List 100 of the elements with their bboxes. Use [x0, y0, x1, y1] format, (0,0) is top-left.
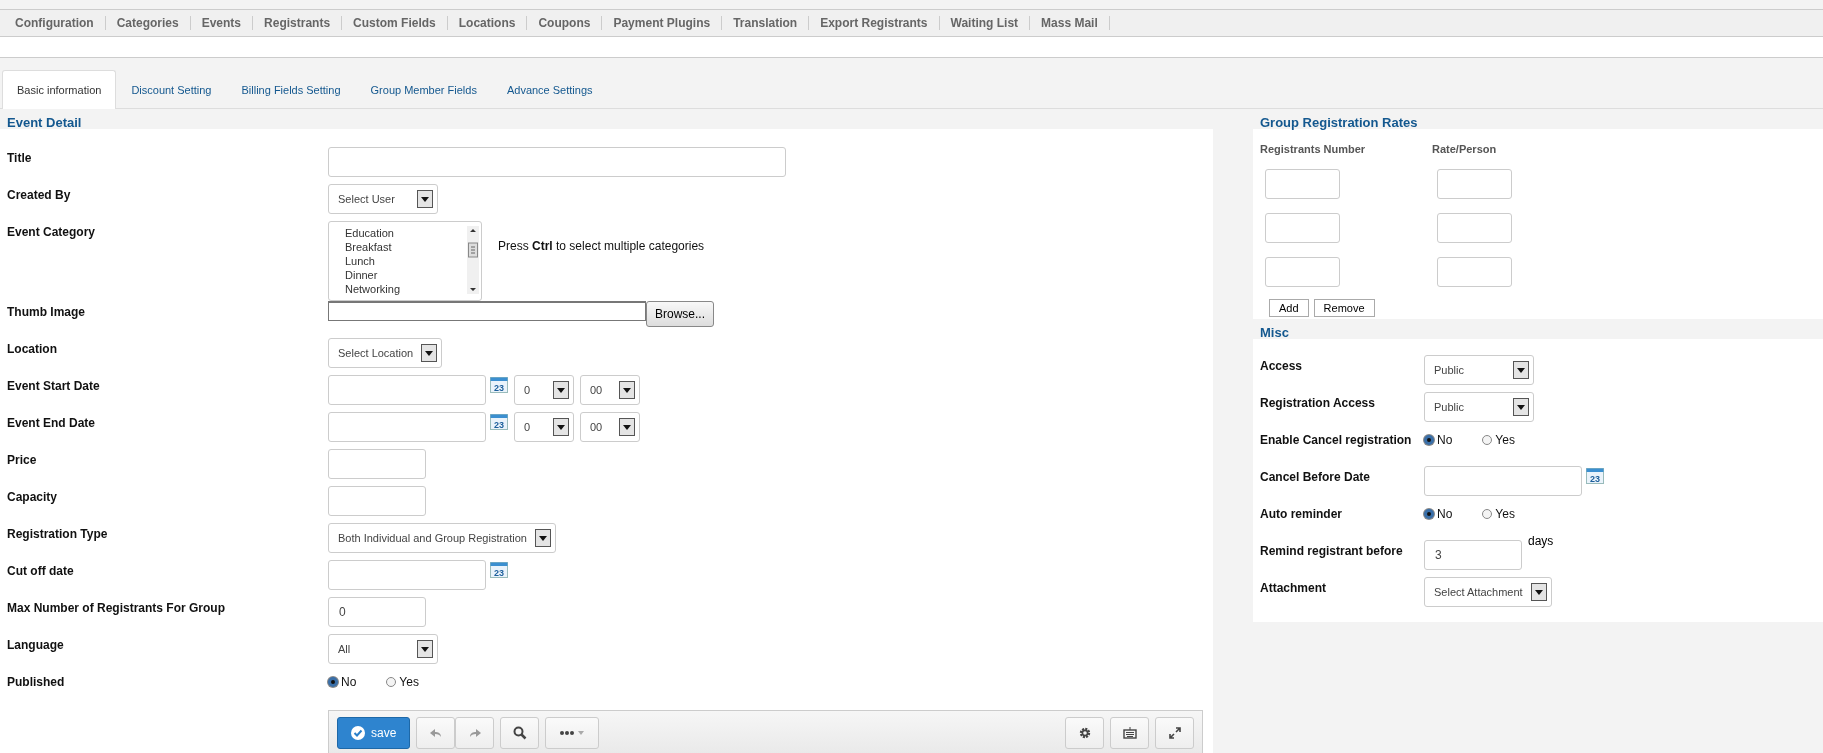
- hint-text: Press Ctrl to select multiple categories: [498, 238, 705, 253]
- menu-item[interactable]: Locations: [447, 16, 528, 30]
- hour-dropdown[interactable]: 0: [514, 412, 574, 442]
- dropdown[interactable]: Public: [1424, 355, 1534, 385]
- menu-item[interactable]: Mass Mail: [1030, 16, 1110, 30]
- radio-option[interactable]: No: [1424, 507, 1453, 521]
- radio-option[interactable]: Yes: [1482, 433, 1515, 447]
- tab[interactable]: Billing Fields Setting: [226, 70, 356, 109]
- dropdown[interactable]: Select Location: [328, 338, 443, 368]
- field-label: Created By: [7, 187, 72, 204]
- field-label: Event Category: [7, 224, 97, 241]
- field-label: Price: [7, 452, 38, 469]
- menu-item[interactable]: Categories: [105, 16, 191, 30]
- radio-icon[interactable]: [386, 677, 397, 687]
- field-label: Language: [7, 637, 65, 654]
- menu-item[interactable]: Waiting List: [939, 16, 1031, 30]
- menu-item[interactable]: Export Registrants: [809, 16, 940, 30]
- save-button[interactable]: save: [337, 717, 411, 749]
- settings-icon: [1077, 726, 1092, 740]
- radio-option[interactable]: Yes: [386, 675, 419, 689]
- date-input[interactable]: [328, 412, 486, 442]
- menu-item[interactable]: Payment Plugins: [602, 16, 723, 30]
- field-label: Auto reminder: [1260, 506, 1343, 523]
- rate-input[interactable]: [1437, 169, 1512, 199]
- keyboard-button[interactable]: [1110, 717, 1149, 749]
- number-input[interactable]: [328, 449, 426, 479]
- calendar-icon[interactable]: 23: [490, 562, 508, 578]
- rate-button[interactable]: Add: [1269, 299, 1309, 317]
- field-label: Title: [7, 150, 33, 167]
- expand-icon: [1167, 726, 1182, 740]
- minute-dropdown[interactable]: 00: [580, 375, 640, 405]
- menu-item[interactable]: Translation: [722, 16, 810, 30]
- more-button[interactable]: [545, 717, 600, 749]
- browse-button[interactable]: Browse...: [646, 301, 714, 327]
- undo-icon: [428, 726, 443, 740]
- rate-input[interactable]: [1437, 257, 1512, 287]
- registrants-number-input[interactable]: [1265, 169, 1340, 199]
- field-label: Enable Cancel registration: [1260, 432, 1413, 449]
- dropdown[interactable]: Public: [1424, 392, 1534, 422]
- settings-button[interactable]: [1065, 717, 1104, 749]
- calendar-icon[interactable]: 23: [1586, 468, 1604, 484]
- file-input[interactable]: [328, 301, 646, 321]
- tab[interactable]: Advance Settings: [491, 70, 608, 109]
- checkmark-icon: [351, 726, 365, 740]
- radio-option[interactable]: No: [1424, 433, 1453, 447]
- number-input[interactable]: 3: [1424, 540, 1522, 570]
- section-heading: Misc: [1259, 324, 1290, 339]
- field-label: Capacity: [7, 489, 59, 506]
- date-input[interactable]: [328, 375, 486, 405]
- radio-icon[interactable]: [1424, 435, 1434, 445]
- calendar-icon[interactable]: 23: [490, 377, 508, 393]
- number-input[interactable]: [328, 486, 426, 516]
- radio-icon[interactable]: [1482, 435, 1493, 445]
- radio-option[interactable]: No: [328, 675, 357, 689]
- date-input[interactable]: [328, 560, 486, 590]
- search-icon: [512, 726, 527, 740]
- registrants-number-input[interactable]: [1265, 257, 1340, 287]
- list-option[interactable]: Dinner: [345, 268, 465, 282]
- more-icon: [559, 729, 586, 737]
- field-label: Published: [7, 674, 66, 691]
- section-heading: Group Registration Rates: [1259, 114, 1419, 129]
- field-label: Event End Date: [7, 415, 97, 432]
- tab[interactable]: Discount Setting: [116, 70, 227, 109]
- tab[interactable]: Basic information: [2, 70, 117, 109]
- search-button[interactable]: [500, 717, 540, 749]
- list-option[interactable]: Lunch: [345, 254, 465, 268]
- radio-icon[interactable]: [328, 677, 338, 687]
- dropdown[interactable]: Both Individual and Group Registration: [328, 523, 556, 553]
- dropdown[interactable]: Select User: [328, 184, 438, 214]
- rate-input[interactable]: [1437, 213, 1512, 243]
- field-label: Event Start Date: [7, 378, 101, 395]
- rate-button[interactable]: Remove: [1313, 299, 1375, 317]
- dropdown[interactable]: Select Attachment: [1424, 577, 1552, 607]
- registrants-number-input[interactable]: [1265, 213, 1340, 243]
- date-input[interactable]: [1424, 466, 1582, 496]
- radio-option[interactable]: Yes: [1482, 507, 1515, 521]
- field-label: Attachment: [1260, 580, 1327, 597]
- menu-item[interactable]: Coupons: [527, 16, 603, 30]
- dropdown[interactable]: All: [328, 634, 438, 664]
- number-input[interactable]: 0: [328, 597, 426, 627]
- radio-icon[interactable]: [1424, 509, 1434, 519]
- redo-button[interactable]: [455, 717, 495, 749]
- field-label: Registration Access: [1260, 395, 1376, 412]
- menu-item[interactable]: Custom Fields: [342, 16, 448, 30]
- undo-button[interactable]: [416, 717, 456, 749]
- field-label: Thumb Image: [7, 304, 86, 321]
- tab[interactable]: Group Member Fields: [355, 70, 492, 109]
- list-option[interactable]: Education: [345, 226, 465, 240]
- hour-dropdown[interactable]: 0: [514, 375, 574, 405]
- field-label: Cut off date: [7, 563, 75, 580]
- minute-dropdown[interactable]: 00: [580, 412, 640, 442]
- list-option[interactable]: Networking: [345, 282, 465, 296]
- menu-item[interactable]: Events: [190, 16, 254, 30]
- fullscreen-button[interactable]: [1155, 717, 1194, 749]
- list-option[interactable]: Breakfast: [345, 240, 465, 254]
- title-input[interactable]: [328, 147, 786, 177]
- menu-item[interactable]: Configuration: [4, 16, 106, 30]
- menu-item[interactable]: Registrants: [253, 16, 343, 30]
- radio-icon[interactable]: [1482, 509, 1493, 519]
- calendar-icon[interactable]: 23: [490, 414, 508, 430]
